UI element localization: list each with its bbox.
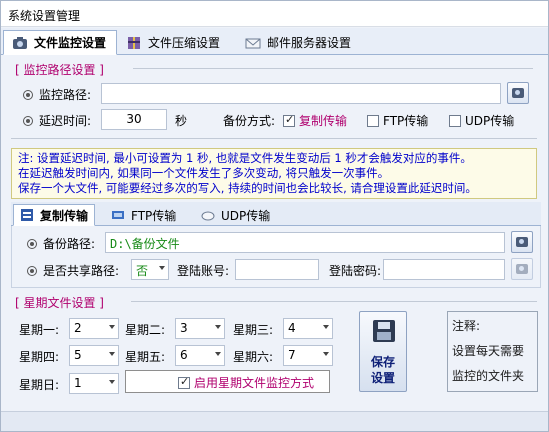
delay-unit: 秒 [175,114,188,128]
backup-path-label: 备份路径: [27,235,95,252]
browse-backup-path-button[interactable] [511,231,533,253]
main-tab-bar: 文件监控设置 文件压缩设置 邮件服务器设置 [1,28,548,55]
chevron-down-icon [323,352,329,356]
note-line: 设置每天需要 [452,344,525,358]
chevron-down-icon [215,325,221,329]
backup-option-copy[interactable]: 复制传输 [283,112,347,129]
login-password-label: 登陆密码: [329,264,382,278]
monitor-path-label: 监控路径: [23,86,91,103]
camera-icon [516,237,528,247]
checkbox-copy[interactable] [283,113,295,127]
login-account-label: 登陆账号: [177,264,230,278]
tab-label: 文件压缩设置 [148,36,221,50]
monitor-path-input[interactable] [101,83,501,104]
saturday-select[interactable]: 7 [283,345,333,366]
note-line: 在延迟触发时间内, 如果同一个文件发生了多次变动, 将只触发一次事件。 [18,166,390,180]
camera-icon [512,88,524,98]
weekly-group-legend: [ 星期文件设置 ] [15,296,104,310]
chevron-down-icon [323,325,329,329]
divider [11,138,537,139]
note-line: 注: 设置延迟时间, 最小可设置为 1 秒, 也就是文件发生变动后 1 秒才会触… [18,151,472,165]
camera-icon [12,35,28,51]
bullet-icon [27,239,37,249]
camera-icon [516,264,528,274]
day-label: 星期五: [125,350,166,364]
checkbox-ftp[interactable] [367,115,379,127]
note-line: 注释: [452,319,481,333]
title-bar: 系统设置管理 [1,1,548,27]
subtab-udp-transfer[interactable]: UDP传输 [201,204,270,226]
status-bar [1,411,548,431]
floppy-disk-icon [373,320,395,342]
divider [131,301,537,302]
enable-weekly-monitor[interactable]: 启用星期文件监控方式 [125,370,330,393]
connect-share-button[interactable] [511,258,533,280]
tab-content: [ 监控路径设置 ] 监控路径: 延迟时间: 30 秒 备份方式: 复制传输 F… [3,56,546,411]
browse-monitor-path-button[interactable] [507,82,529,104]
monitor-group-legend: [ 监控路径设置 ] [15,63,104,77]
ftp-icon [111,208,125,222]
mail-icon [245,35,261,51]
thursday-select[interactable]: 5 [69,345,119,366]
delay-input[interactable]: 30 [101,109,167,130]
friday-select[interactable]: 6 [175,345,225,366]
chevron-down-icon [109,325,115,329]
archive-icon [126,35,142,51]
day-label: 星期六: [233,350,274,364]
transfer-tab-bar: 复制传输 FTP传输 UDP传输 [11,202,541,226]
day-label: 星期日: [19,378,60,392]
subtab-copy-transfer[interactable]: 复制传输 [13,204,96,226]
day-label: 星期四: [19,350,60,364]
monday-select[interactable]: 2 [69,318,119,339]
delay-note: 注: 设置延迟时间, 最小可设置为 1 秒, 也就是文件发生变动后 1 秒才会触… [11,148,537,199]
copy-icon [20,208,34,222]
chevron-down-icon [215,352,221,356]
note-line: 监控的文件夹 [452,369,525,383]
login-account-input[interactable] [235,259,319,280]
shared-path-select[interactable]: 否 [131,259,169,280]
login-password-input[interactable] [383,259,505,280]
divider [133,68,533,69]
enable-weekly-checkbox[interactable] [178,375,190,389]
day-label: 星期一: [19,323,60,337]
day-label: 星期二: [125,323,166,337]
tab-file-monitor[interactable]: 文件监控设置 [3,30,117,55]
backup-mode-label: 备份方式: [223,114,276,128]
tuesday-select[interactable]: 3 [175,318,225,339]
checkbox-udp[interactable] [449,115,461,127]
save-button-label: 保存 设置 [370,355,395,385]
note-line: 保存一个大文件, 可能要经过多次的写入, 持续的时间也会比较长, 请合理设置此延… [18,181,477,195]
chevron-down-icon [109,380,115,384]
day-label: 星期三: [233,323,274,337]
cloud-icon [201,208,215,222]
window-title: 系统设置管理 [8,9,81,23]
tab-label: 邮件服务器设置 [267,36,352,50]
backup-option-udp[interactable]: UDP传输 [449,112,514,129]
shared-path-label: 是否共享路径: [27,262,119,279]
save-settings-button[interactable]: 保存 设置 [359,311,407,392]
wednesday-select[interactable]: 4 [283,318,333,339]
bullet-icon [23,90,33,100]
weekly-note-panel: 注释: 设置每天需要 监控的文件夹 [447,311,538,392]
subtab-ftp-transfer[interactable]: FTP传输 [111,204,176,226]
chevron-down-icon [109,352,115,356]
tab-file-compress[interactable]: 文件压缩设置 [126,30,220,55]
backup-option-ftp[interactable]: FTP传输 [367,112,428,129]
tab-label: 文件监控设置 [34,36,107,50]
sunday-select[interactable]: 1 [69,373,119,394]
chevron-down-icon [159,266,165,270]
delay-label: 延迟时间: [23,112,91,129]
tab-mail-server[interactable]: 邮件服务器设置 [245,30,351,55]
backup-path-input[interactable]: D:\备份文件 [105,232,505,253]
bullet-icon [23,116,33,126]
settings-window: 系统设置管理 文件监控设置 文件压缩设置 邮件服务器设置 [ 监控路径设置 ] … [0,0,549,432]
bullet-icon [27,266,37,276]
